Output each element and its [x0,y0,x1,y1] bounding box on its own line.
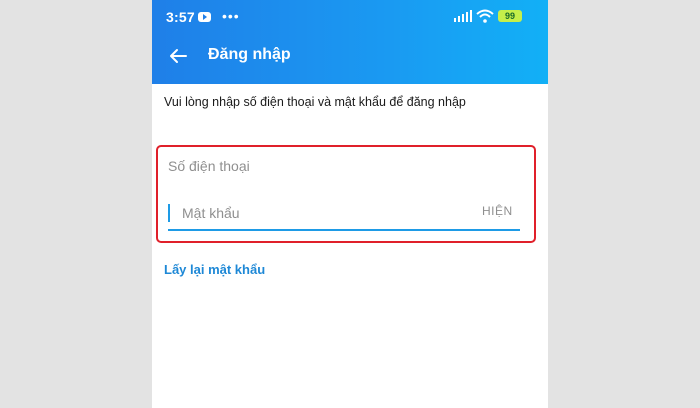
more-notifications-icon: ••• [222,8,240,24]
password-input[interactable]: Mật khẩu [168,201,518,225]
status-time: 3:57 [166,9,195,25]
login-instruction: Vui lòng nhập số điện thoại và mật khẩu … [164,95,466,109]
phone-number-input[interactable]: Số điện thoại [168,155,528,177]
app-bar: 3:57 ••• 99 Đăng nhập [152,0,548,84]
show-password-button[interactable]: HIỆN [482,204,513,218]
back-arrow-icon[interactable] [168,46,188,66]
battery-icon: 99 [498,10,522,22]
page-title: Đăng nhập [208,46,291,63]
credentials-form: Số điện thoại Mật khẩu HIỆN [156,145,536,243]
wifi-icon [476,9,494,23]
youtube-icon [198,12,211,22]
forgot-password-link[interactable]: Lấy lại mật khẩu [164,262,265,277]
password-placeholder: Mật khẩu [182,205,240,221]
signal-icon [454,10,472,22]
phone-screen: 3:57 ••• 99 Đăng nhập Vui lòng nhập số đ… [152,0,548,408]
status-bar: 3:57 ••• 99 [152,0,548,32]
password-underline [168,229,520,231]
phone-number-placeholder: Số điện thoại [168,158,250,174]
